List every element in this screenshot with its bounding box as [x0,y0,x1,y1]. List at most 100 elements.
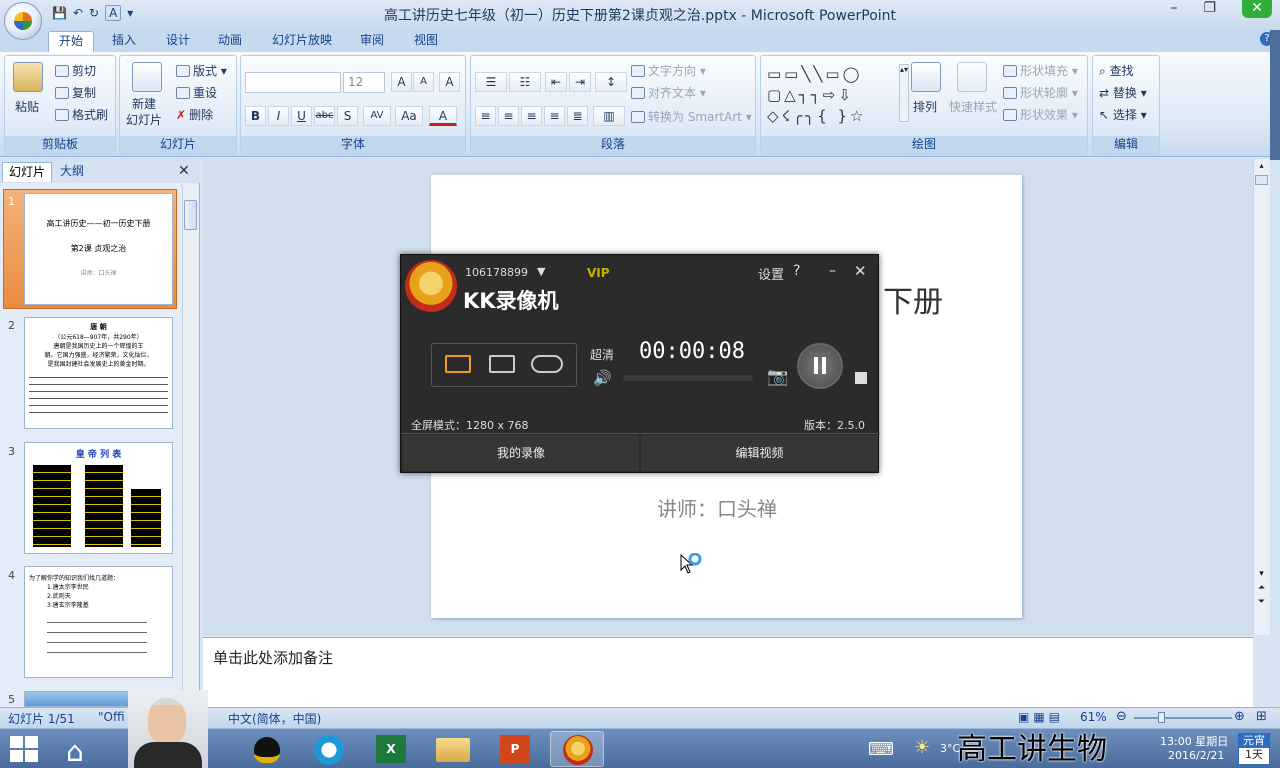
scroll-up-icon[interactable]: ▴ [1255,161,1268,173]
slide-pane-scrollbar[interactable] [182,184,198,706]
shapes-scroll[interactable]: ▴▾ [899,64,909,122]
reset-button[interactable]: 重设 [176,84,217,101]
quality-label[interactable]: 超清 [590,346,614,363]
increase-indent-button[interactable]: ⇥ [569,72,591,92]
grow-font-button[interactable]: A [391,72,412,92]
edit-video-button[interactable]: 编辑视频 [641,435,878,471]
fullscreen-mode-icon[interactable] [445,355,471,373]
close-pane-icon[interactable]: ✕ [178,163,190,179]
view-buttons[interactable]: ▣▦▤ [1018,710,1064,724]
quick-styles-button[interactable]: 快速样式 [949,98,997,115]
strikethrough-button[interactable]: abc [314,106,335,126]
taskbar-excel-icon[interactable]: X [364,731,418,767]
align-right-button[interactable]: ≡ [521,106,542,126]
slide-nav-icons[interactable]: ▾ ⏶ ⏷ [1255,567,1268,627]
copy-button[interactable]: 复制 [55,84,96,101]
new-slide-icon[interactable] [132,62,162,92]
save-icon[interactable]: 💾 [52,6,67,20]
kk-close-button[interactable]: ✕ [854,262,867,280]
cut-button[interactable]: 剪切 [55,62,96,79]
tab-home[interactable]: 开始 [48,31,95,52]
calendar-widget[interactable]: 元宵 1天 [1238,733,1270,765]
layout-button[interactable]: 版式 ▾ [176,62,227,79]
zoom-slider[interactable] [1134,717,1232,719]
start-windows-icon[interactable] [10,736,38,762]
arrange-button[interactable]: 排列 [913,98,937,115]
slide-thumb-3[interactable]: 皇 帝 列 表 [24,442,173,554]
format-icon[interactable]: A [105,5,122,21]
pause-button[interactable] [797,343,843,389]
main-scrollbar[interactable]: ▴ ▾ ⏶ ⏷ [1253,159,1270,635]
redo-icon[interactable]: ↻ [89,6,99,20]
shadow-button[interactable]: S [337,106,358,126]
slide-thumb-4[interactable]: 为了解你学的知识我们找几道题： 1.唐太宗李世民 2.武则天 3.唐玄宗李隆基 [24,566,173,678]
clear-format-button[interactable]: A [439,72,460,92]
new-slide-button[interactable]: 新建 幻灯片 [126,96,162,128]
taskbar-home-icon[interactable]: ⌂ [54,731,108,768]
tab-slides[interactable]: 幻灯片 [2,162,53,182]
fit-window-icon[interactable]: ⊞ [1256,709,1267,724]
arrange-icon[interactable] [911,62,941,92]
shrink-font-button[interactable]: A [413,72,434,92]
font-size-field[interactable]: 12 [343,72,385,93]
shape-outline-button[interactable]: 形状轮廓 ▾ [1003,84,1078,101]
numbering-button[interactable]: ☷ [509,72,541,92]
text-direction-button[interactable]: 文字方向 ▾ [631,62,706,79]
decrease-indent-button[interactable]: ⇤ [545,72,567,92]
smartart-button[interactable]: 转换为 SmartArt ▾ [631,108,752,125]
select-button[interactable]: ↖ 选择 ▾ [1099,106,1147,123]
ribbon-edge-scroll[interactable] [1270,30,1280,160]
notes-pane[interactable]: 单击此处添加备注 [203,637,1253,707]
language[interactable]: 中文(简体，中国) [228,710,321,727]
office-button[interactable] [4,2,42,40]
taskbar-powerpoint-icon[interactable]: P [488,731,542,767]
my-recordings-button[interactable]: 我的录像 [403,435,639,471]
align-left-button[interactable]: ≡ [475,106,496,126]
format-painter-button[interactable]: 格式刷 [55,106,108,123]
close-button[interactable]: ✕ [1242,0,1272,18]
zoom-in-icon[interactable]: ⊕ [1234,709,1245,724]
replace-button[interactable]: ⇄ 替换 ▾ [1099,84,1147,101]
paste-icon[interactable] [13,62,43,92]
italic-button[interactable]: I [268,106,289,126]
kk-settings-link[interactable]: 设置 [758,264,784,283]
zoom-handle[interactable] [1158,712,1165,723]
quick-styles-icon[interactable] [957,62,987,92]
bold-button[interactable]: B [245,106,266,126]
keyboard-icon[interactable]: ⌨ [868,739,894,760]
tab-review[interactable]: 审阅 [350,31,394,52]
tab-outline[interactable]: 大纲 [54,162,90,182]
font-color-button[interactable]: A [429,106,457,126]
shapes-gallery[interactable]: ▭▭╲╲▭◯ ▢△┐┐⇨⇩ ◇☇╭╮{ }☆ [767,64,897,125]
tab-design[interactable]: 设计 [156,31,200,52]
scroll-thumb[interactable] [1255,175,1268,185]
region-mode-icon[interactable] [489,355,515,373]
tab-slideshow[interactable]: 幻灯片放映 [262,31,342,52]
align-text-button[interactable]: 对齐文本 ▾ [631,84,706,101]
volume-icon[interactable]: 🔊 [593,369,612,387]
scroll-thumb[interactable] [184,200,197,230]
game-mode-icon[interactable] [531,355,563,373]
find-button[interactable]: ⌕ 查找 [1099,62,1134,79]
slide-thumb-1[interactable]: 高工讲历史——初一历史下册 第2课 贞观之治 讲师：口头禅 [24,193,173,305]
shape-effects-button[interactable]: 形状效果 ▾ [1003,106,1078,123]
align-center-button[interactable]: ≡ [498,106,519,126]
tab-animation[interactable]: 动画 [208,31,252,52]
account-dropdown-icon[interactable]: ▼ [537,265,545,278]
delete-slide-button[interactable]: ✗ 删除 [176,106,213,123]
stop-button[interactable] [855,372,867,384]
distribute-button[interactable]: ≣ [567,106,588,126]
font-name-field[interactable] [245,72,341,93]
restore-button[interactable]: ❐ [1203,0,1216,18]
underline-button[interactable]: U [291,106,312,126]
tab-view[interactable]: 视图 [404,31,448,52]
line-spacing-button[interactable]: ↕ [595,72,627,92]
taskbar-explorer-icon[interactable] [426,731,480,767]
qat-more-icon[interactable]: ▾ [127,6,133,20]
paste-button[interactable]: 粘贴 [15,98,39,115]
screenshot-camera-icon[interactable]: 📷 [767,367,788,387]
justify-button[interactable]: ≡ [544,106,565,126]
clock-date[interactable]: 2016/2/21 [1168,749,1224,762]
kk-help-button[interactable]: ? [793,263,800,279]
kk-recorder-window[interactable]: 106178899 ▼ VIP KK录像机 设置 ? – ✕ 超清 🔊 00:0… [400,254,880,473]
